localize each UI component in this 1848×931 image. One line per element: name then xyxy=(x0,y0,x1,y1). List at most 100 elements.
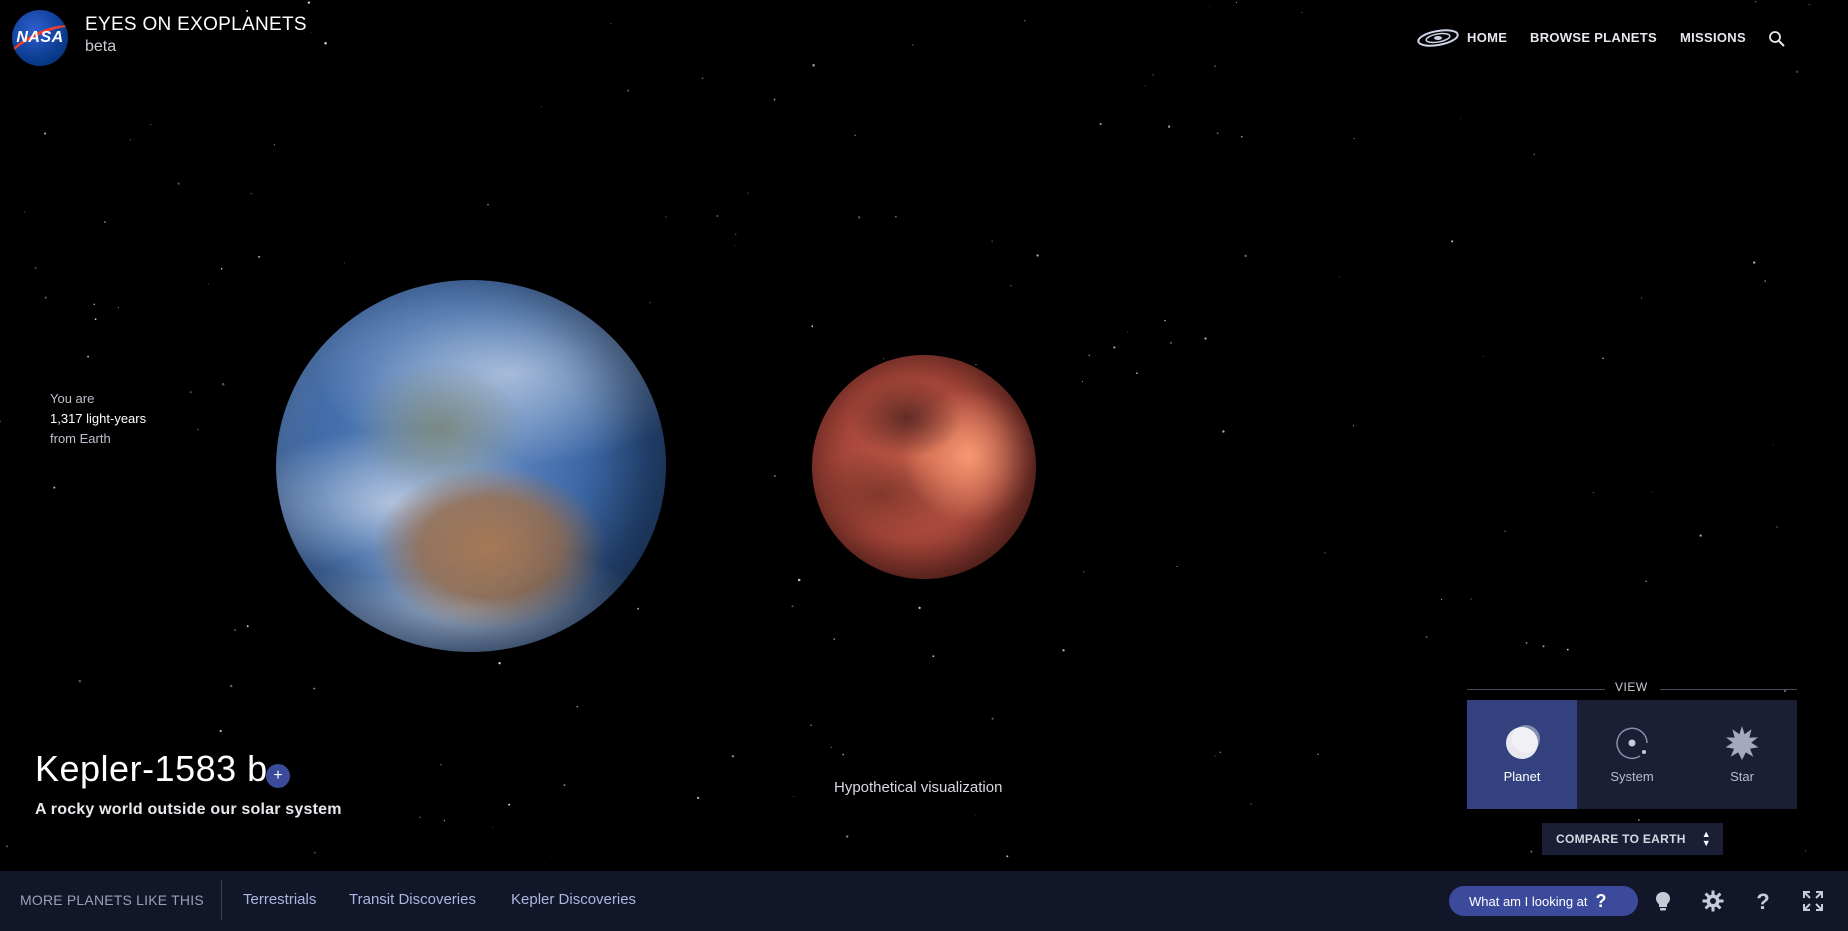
star-dot xyxy=(1152,73,1154,76)
star-dot xyxy=(1244,254,1247,258)
star-dot xyxy=(731,755,734,758)
earth-globe[interactable] xyxy=(276,280,666,652)
star-dot xyxy=(508,803,511,806)
star-dot xyxy=(234,628,237,632)
star-dot xyxy=(858,216,861,219)
star-dot xyxy=(1208,6,1210,8)
star-dot xyxy=(1088,354,1090,357)
nav-missions[interactable]: MISSIONS xyxy=(1680,30,1746,45)
star-dot xyxy=(991,717,994,720)
star-dot xyxy=(1219,751,1221,753)
star-dot xyxy=(5,845,8,848)
star-dot xyxy=(649,302,651,304)
nasa-logo-text: NASA xyxy=(16,29,64,46)
star-dot xyxy=(1651,491,1653,493)
exoplanet-globe[interactable] xyxy=(812,355,1036,579)
star-dot xyxy=(991,240,993,243)
view-divider-left xyxy=(1467,689,1605,690)
star-dot xyxy=(1082,570,1085,573)
star-dot xyxy=(1036,254,1039,257)
star-dot xyxy=(1542,645,1545,648)
star-dot xyxy=(1301,12,1303,14)
star-dot xyxy=(1006,855,1009,858)
star-dot xyxy=(24,211,26,213)
star-dot xyxy=(246,625,249,628)
star-dot xyxy=(117,306,120,309)
star-dot xyxy=(93,303,95,306)
planet-name: Kepler-1583 b xyxy=(35,748,268,789)
app-title[interactable]: EYES ON EXOPLANETS xyxy=(85,14,307,36)
star-dot xyxy=(1352,425,1355,427)
star-dot xyxy=(440,763,442,766)
view-option-star[interactable]: Star xyxy=(1687,700,1797,809)
star-dot xyxy=(637,607,639,610)
fullscreen-icon[interactable] xyxy=(1801,889,1825,913)
view-option-planet[interactable]: Planet xyxy=(1467,700,1577,809)
galaxy-icon[interactable] xyxy=(1416,28,1460,48)
star-dot xyxy=(716,215,718,217)
star-dot xyxy=(258,255,261,258)
distance-line-3: from Earth xyxy=(50,431,111,446)
star-dot xyxy=(273,144,276,146)
gear-icon[interactable] xyxy=(1701,889,1725,913)
star-dot xyxy=(177,182,180,185)
star-dot xyxy=(129,139,131,141)
star-dot xyxy=(811,325,814,328)
star-dot xyxy=(1772,444,1774,446)
star-dot xyxy=(219,729,222,733)
star-dot xyxy=(833,638,835,640)
star-dot xyxy=(1795,70,1799,73)
category-kepler-discoveries[interactable]: Kepler Discoveries xyxy=(511,891,636,908)
nav-browse-planets[interactable]: BROWSE PLANETS xyxy=(1530,30,1657,45)
star-dot xyxy=(791,605,794,608)
star-icon xyxy=(1725,726,1759,760)
star-dot xyxy=(576,705,579,708)
view-selector: Planet System Star xyxy=(1467,700,1797,809)
star-dot xyxy=(1804,850,1807,852)
star-dot xyxy=(773,475,776,477)
select-arrows-icon: ▲ ▼ xyxy=(1701,829,1711,848)
star-dot xyxy=(1010,285,1012,287)
star-dot xyxy=(314,851,316,854)
star-dot xyxy=(1764,280,1766,282)
star-dot xyxy=(1783,689,1787,693)
star-dot xyxy=(1214,65,1216,68)
view-option-system[interactable]: System xyxy=(1577,700,1687,809)
what-am-i-looking-at-button[interactable]: What am I looking at ? xyxy=(1449,886,1638,916)
search-icon[interactable] xyxy=(1768,30,1786,48)
star-dot xyxy=(610,23,612,25)
star-dot xyxy=(543,863,545,865)
star-dot xyxy=(324,42,327,45)
star-dot xyxy=(1024,20,1026,22)
star-dot xyxy=(1164,319,1166,322)
planet-tagline: A rocky world outside our solar system xyxy=(35,801,342,818)
star-dot xyxy=(1324,552,1326,554)
category-terrestrials[interactable]: Terrestrials xyxy=(243,891,316,908)
nav-home[interactable]: HOME xyxy=(1467,30,1507,45)
add-planet-button[interactable]: + xyxy=(266,764,290,788)
lightbulb-icon[interactable] xyxy=(1651,889,1675,913)
star-dot xyxy=(1566,648,1569,651)
compare-to-earth-select[interactable]: COMPARE TO EARTH ▲ ▼ xyxy=(1542,823,1723,855)
star-dot xyxy=(1136,372,1138,375)
help-icon[interactable]: ? xyxy=(1751,889,1775,913)
star-dot xyxy=(1441,598,1443,601)
category-transit-discoveries[interactable]: Transit Discoveries xyxy=(349,891,476,908)
star-dot xyxy=(747,192,750,194)
star-dot xyxy=(44,296,47,299)
star-dot xyxy=(1525,642,1528,644)
star-dot xyxy=(1640,297,1643,299)
star-dot xyxy=(307,1,311,4)
star-dot xyxy=(627,89,630,92)
star-dot xyxy=(1645,580,1647,583)
star-dot xyxy=(918,606,921,610)
star-dot xyxy=(498,662,501,665)
star-dot xyxy=(1062,649,1065,652)
question-icon: ? xyxy=(1595,890,1607,911)
compare-label: COMPARE TO EARTH xyxy=(1556,832,1686,846)
star-dot xyxy=(975,364,977,366)
star-dot xyxy=(812,64,815,67)
star-dot xyxy=(1592,491,1595,494)
star-dot xyxy=(486,203,490,206)
nasa-logo[interactable]: NASA xyxy=(12,10,68,66)
